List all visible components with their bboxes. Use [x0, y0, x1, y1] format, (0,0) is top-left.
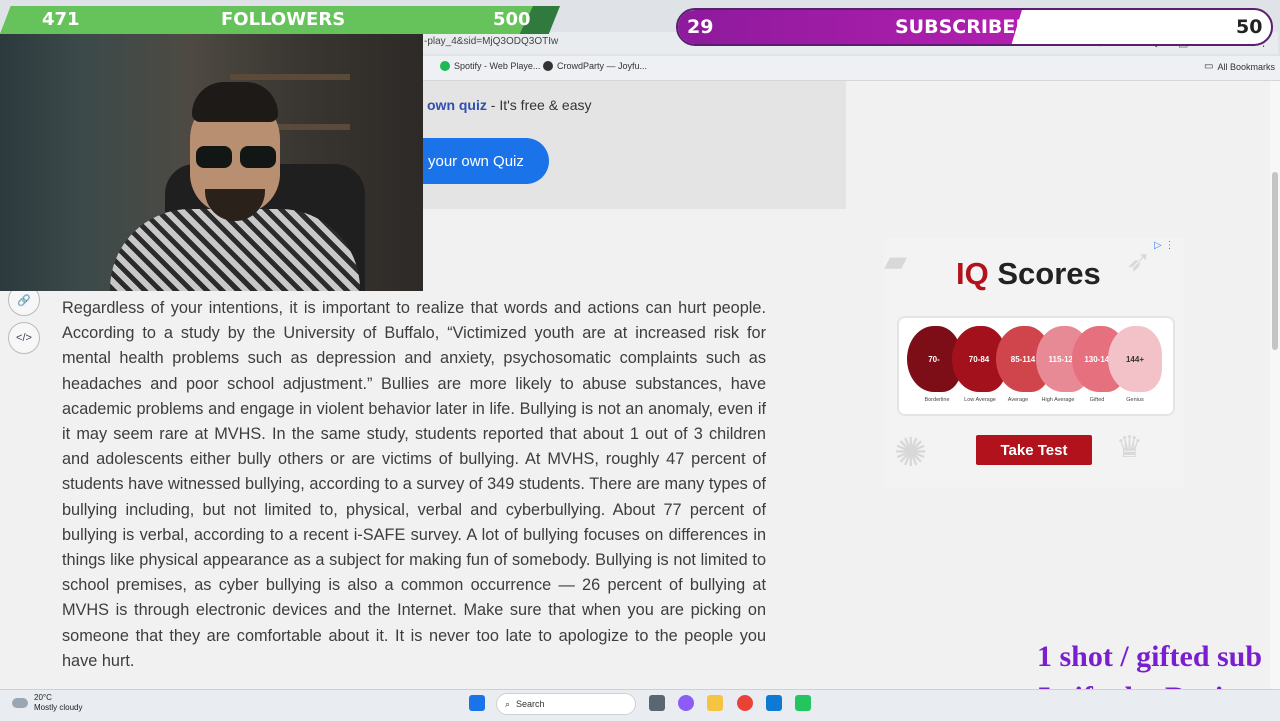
quiz-promo-text: own quiz - It's free & easy — [427, 97, 592, 113]
take-test-button[interactable]: Take Test — [976, 435, 1092, 465]
cloud-icon — [12, 698, 28, 708]
bookmark-label: Spotify - Web Playe... — [454, 61, 541, 71]
promo-line-1: 1 shot / gifted sub — [1037, 640, 1263, 673]
taskbar — [0, 689, 1280, 721]
spotify-icon — [440, 61, 450, 71]
code-icon: </> — [16, 332, 32, 344]
crowdparty-icon — [543, 61, 553, 71]
quiz-promo-suffix: - It's free & easy — [486, 97, 592, 113]
link-icon: 🔗 — [17, 294, 31, 307]
search-icon: ⌕ — [505, 698, 511, 709]
followers-current: 471 — [42, 9, 80, 30]
rocket-icon: ➶ — [1126, 245, 1152, 278]
bookmark-crowdparty[interactable]: CrowdParty — Joyfu... — [543, 61, 647, 71]
head-value: 85-114 — [1010, 354, 1036, 364]
embed-code-button[interactable]: </> — [8, 322, 40, 354]
task-view-icon[interactable] — [649, 695, 665, 711]
person-hair — [192, 82, 278, 122]
ad-choices-icon[interactable]: ▷ ⋮ — [1154, 240, 1174, 251]
head-value: 144+ — [1125, 354, 1145, 364]
shelf — [230, 74, 350, 80]
ad-title-iq: IQ — [956, 256, 989, 291]
sunglasses — [196, 146, 276, 168]
book-icon: ▰ — [884, 245, 908, 278]
all-bookmarks[interactable]: ▭ All Bookmarks — [1204, 61, 1275, 72]
subscribers-goal: 50 — [1236, 16, 1263, 38]
file-explorer-icon[interactable] — [707, 695, 723, 711]
followers-goal: 500 — [493, 9, 531, 30]
chrome-icon[interactable] — [737, 695, 753, 711]
subscribers-current: 29 — [687, 16, 714, 38]
head-label: Genius — [1126, 397, 1144, 403]
weather-condition: Mostly cloudy — [34, 703, 83, 712]
bookmark-label: CrowdParty — Joyfu... — [557, 61, 648, 71]
bookmark-spotify[interactable]: Spotify - Web Playe... — [440, 61, 540, 71]
create-quiz-button[interactable]: your own Quiz — [418, 138, 549, 184]
lightbulb-icon: ✺ — [894, 431, 928, 475]
store-icon[interactable] — [766, 695, 782, 711]
scrollbar-thumb[interactable] — [1272, 172, 1278, 350]
person-shirt — [110, 209, 360, 291]
taskbar-search[interactable]: ⌕ Search — [496, 693, 636, 715]
webcam-feed — [0, 34, 423, 291]
followers-label: FOLLOWERS — [221, 9, 346, 30]
weather-temp: 20°C — [34, 693, 52, 702]
head-value: 70-84 — [968, 354, 990, 364]
subscribers-label: SUBSCRIBERS — [895, 16, 1044, 38]
ad-title: IQ Scores — [956, 256, 1101, 292]
weather-widget[interactable]: 20°C Mostly cloudy — [12, 693, 82, 713]
address-url[interactable]: -play_4&sid=MjQ3ODQ3OTIw — [424, 36, 558, 47]
start-icon[interactable] — [469, 695, 485, 711]
all-bookmarks-label: All Bookmarks — [1217, 61, 1275, 72]
trophy-icon: ♛ — [1116, 431, 1143, 464]
head-genius: 144+ — [1108, 326, 1162, 392]
article-body: Regardless of your intentions, it is imp… — [62, 299, 766, 670]
app-icon[interactable] — [795, 695, 811, 711]
copilot-icon[interactable] — [678, 695, 694, 711]
search-placeholder: Search — [516, 699, 545, 709]
folder-icon: ▭ — [1204, 61, 1214, 72]
head-value: 70- — [928, 354, 940, 364]
ad-title-rest: Scores — [988, 256, 1101, 291]
create-quiz-link[interactable]: own quiz — [427, 97, 487, 113]
